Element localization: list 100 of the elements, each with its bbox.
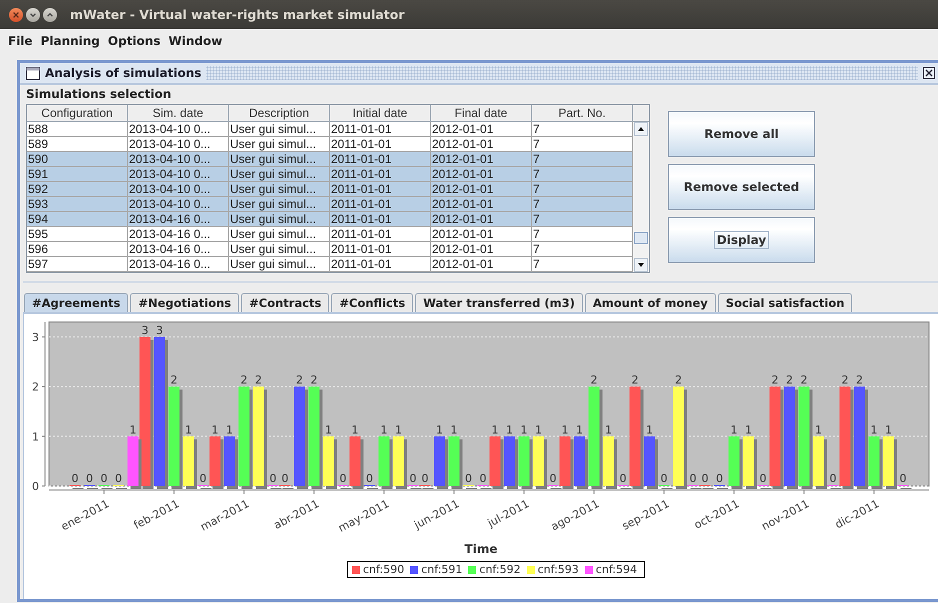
table-row[interactable]: 596 2013-04-16 0... User gui simul... 2011-01-01 2012-01-01 7 xyxy=(27,242,633,257)
data-label: 1 xyxy=(885,423,892,436)
column-header[interactable]: Initial date xyxy=(330,105,431,122)
data-label: 1 xyxy=(535,423,542,436)
legend-label: cnf:593 xyxy=(538,563,579,576)
bar xyxy=(434,436,445,486)
data-label: 0 xyxy=(100,472,108,485)
data-label: 2 xyxy=(786,374,793,387)
tab[interactable]: Social satisfaction xyxy=(718,293,852,312)
internal-window-title: Analysis of simulations xyxy=(45,66,202,80)
section-title: Simulations selection xyxy=(25,86,172,101)
bar xyxy=(224,436,235,486)
data-label: 2 xyxy=(255,374,262,387)
column-header[interactable]: Final date xyxy=(431,105,532,122)
data-label: 1 xyxy=(226,423,233,436)
table-cell: 2011-01-01 xyxy=(330,122,431,137)
data-label: 0 xyxy=(550,472,556,485)
menu-item[interactable]: Options xyxy=(104,34,164,48)
table-row[interactable]: 595 2013-04-16 0... User gui simul... 2011-01-01 2012-01-01 7 xyxy=(27,227,633,242)
table-cell: 597 xyxy=(27,257,128,272)
column-header[interactable]: Sim. date xyxy=(128,105,229,122)
table-cell: User gui simul... xyxy=(229,122,330,137)
data-label: 0 xyxy=(410,472,416,485)
data-label: 0 xyxy=(200,472,206,485)
menu-item[interactable]: Window xyxy=(164,34,226,48)
data-label: 1 xyxy=(436,423,443,436)
table-row[interactable]: 588 2013-04-10 0... User gui simul... 2011-01-01 2012-01-01 7 xyxy=(27,122,633,137)
action-button[interactable]: Display xyxy=(668,217,815,263)
data-label: 1 xyxy=(730,423,738,436)
scroll-thumb[interactable] xyxy=(634,232,648,244)
table-cell: 595 xyxy=(27,227,128,242)
tab[interactable]: #Negotiations xyxy=(130,293,240,312)
data-label: 1 xyxy=(562,423,568,436)
tab[interactable]: #Conflicts xyxy=(331,293,414,312)
data-label: 0 xyxy=(620,472,626,485)
table-cell: 2013-04-10 0... xyxy=(128,122,229,137)
table-row[interactable]: 594 2013-04-16 0... User gui simul... 2011-01-01 2012-01-01 7 xyxy=(27,212,633,227)
data-label: 0 xyxy=(270,472,276,485)
legend-label: cnf:591 xyxy=(421,563,462,576)
data-label: 2 xyxy=(170,374,178,387)
table-cell: 2011-01-01 xyxy=(330,242,431,257)
data-label: 0 xyxy=(702,472,708,485)
data-label: 1 xyxy=(325,423,332,436)
tab[interactable]: #Contracts xyxy=(241,293,330,312)
maximize-icon[interactable] xyxy=(43,8,57,22)
data-label: 0 xyxy=(72,472,78,485)
scroll-down-icon[interactable] xyxy=(634,258,648,272)
table-cell: User gui simul... xyxy=(229,227,330,242)
column-header[interactable]: Description xyxy=(229,105,330,122)
table-row[interactable]: 592 2013-04-10 0... User gui simul... 2011-01-01 2012-01-01 7 xyxy=(27,182,633,197)
table-cell: 2012-01-01 xyxy=(431,212,532,227)
scroll-up-icon[interactable] xyxy=(634,122,648,136)
data-label: 0 xyxy=(422,472,428,485)
action-button[interactable]: Remove all xyxy=(668,111,815,157)
bar xyxy=(813,436,824,486)
axis-title: Time xyxy=(464,542,498,556)
tab[interactable]: #Agreements xyxy=(24,293,128,312)
table-cell: 2013-04-16 0... xyxy=(128,257,229,272)
menu-item[interactable]: File xyxy=(4,34,37,48)
table-cell: User gui simul... xyxy=(229,242,330,257)
menu-item[interactable]: Planning xyxy=(36,34,104,48)
table-cell: 2011-01-01 xyxy=(330,227,431,242)
bar xyxy=(533,436,544,486)
bar xyxy=(644,436,655,486)
data-label: 1 xyxy=(212,423,218,436)
table-cell: 596 xyxy=(27,242,128,257)
scrollbar[interactable] xyxy=(633,122,649,272)
table-cell: 2011-01-01 xyxy=(330,257,431,272)
data-label: 0 xyxy=(366,472,373,485)
close-icon[interactable] xyxy=(923,67,935,79)
data-label: 0 xyxy=(660,472,668,485)
tab[interactable]: Water transferred (m3) xyxy=(415,293,583,312)
data-label: 1 xyxy=(380,423,388,436)
table-cell: User gui simul... xyxy=(229,212,330,227)
window-title: mWater - Virtual water-rights market simulator xyxy=(70,7,405,22)
window-icon xyxy=(26,66,40,80)
table-row[interactable]: 591 2013-04-10 0... User gui simul... 2011-01-01 2012-01-01 7 xyxy=(27,167,633,182)
bar xyxy=(504,436,515,486)
table-cell: User gui simul... xyxy=(229,257,330,272)
data-label: 1 xyxy=(520,423,528,436)
table-row[interactable]: 590 2013-04-10 0... User gui simul... 2011-01-01 2012-01-01 7 xyxy=(27,152,633,167)
bar xyxy=(743,436,754,486)
data-label: 2 xyxy=(772,374,778,387)
data-label: 1 xyxy=(450,423,458,436)
table-row[interactable]: 597 2013-04-16 0... User gui simul... 2011-01-01 2012-01-01 7 xyxy=(27,257,633,272)
data-label: 2 xyxy=(296,374,303,387)
bar xyxy=(448,436,460,486)
data-label: 1 xyxy=(745,423,752,436)
data-label: 0 xyxy=(115,472,122,485)
data-label: 1 xyxy=(646,423,653,436)
column-header[interactable]: Configuration xyxy=(27,105,128,122)
y-tick-label: 3 xyxy=(32,330,39,344)
action-button[interactable]: Remove selected xyxy=(668,164,815,210)
tab[interactable]: Amount of money xyxy=(584,293,716,312)
bar xyxy=(378,436,390,486)
data-label: 1 xyxy=(130,423,136,436)
minimize-icon[interactable] xyxy=(26,8,40,22)
table-row[interactable]: 593 2013-04-10 0... User gui simul... 2011-01-01 2012-01-01 7 xyxy=(27,197,633,212)
bar xyxy=(883,436,894,486)
data-label: 2 xyxy=(842,374,848,387)
